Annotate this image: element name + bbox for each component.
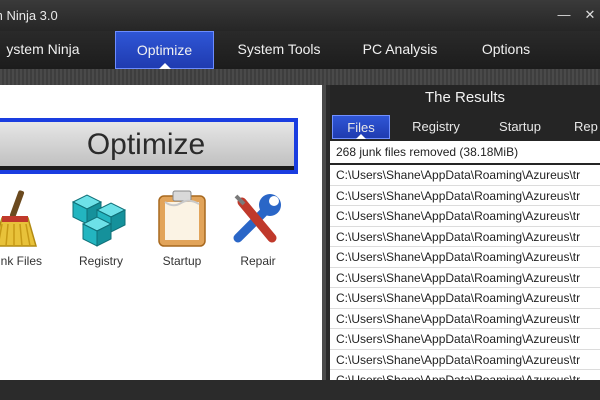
file-list[interactable]: C:\Users\Shane\AppData\Roaming\Azureus\t… (330, 165, 600, 380)
list-item[interactable]: C:\Users\Shane\AppData\Roaming\Azureus\t… (330, 268, 600, 288)
results-title: The Results (424, 89, 506, 106)
results-tab-startup[interactable]: Startup (490, 115, 550, 139)
tab-label: Optimize (136, 42, 193, 58)
broom-icon (0, 190, 37, 247)
tool-label: Registry (78, 254, 123, 268)
status-bar (0, 380, 600, 400)
tab-label: ystem Ninja (6, 41, 80, 57)
tab-label: Registry (412, 119, 460, 134)
tab-label: PC Analysis (362, 41, 438, 57)
tool-label: unk Files (0, 254, 43, 268)
wrench-screwdriver-icon (233, 194, 281, 243)
optimize-button[interactable]: Optimize (0, 118, 298, 174)
list-item[interactable]: C:\Users\Shane\AppData\Roaming\Azureus\t… (330, 227, 600, 247)
tab-label: System Tools (237, 41, 321, 57)
tab-label: Options (481, 41, 531, 57)
tab-options[interactable]: Options (466, 31, 546, 67)
registry-cubes-icon (71, 194, 127, 247)
close-button[interactable]: ✕ (580, 6, 600, 24)
results-tab-repair[interactable]: Rep (574, 115, 600, 139)
tool-repair[interactable]: Repair (218, 188, 298, 268)
tab-pc-analysis[interactable]: PC Analysis (350, 31, 450, 67)
tab-system-ninja[interactable]: ystem Ninja (0, 31, 98, 67)
list-item[interactable]: C:\Users\Shane\AppData\Roaming\Azureus\t… (330, 288, 600, 309)
tool-startup[interactable]: Startup (142, 188, 222, 268)
results-summary: 268 junk files removed (38.18MiB) (330, 141, 600, 163)
list-item[interactable]: C:\Users\Shane\AppData\Roaming\Azureus\t… (330, 370, 600, 380)
optimize-panel: Optimize unk Files Registry (0, 85, 326, 380)
tab-label: Files (347, 120, 375, 135)
results-panel: The Results Files Registry Startup Rep 2… (330, 85, 600, 380)
results-tabs: Files Registry Startup Rep (330, 115, 600, 139)
results-tab-files[interactable]: Files (332, 115, 390, 139)
tab-label: Rep (574, 119, 598, 134)
list-item[interactable]: C:\Users\Shane\AppData\Roaming\Azureus\t… (330, 350, 600, 370)
active-tab-indicator (356, 134, 366, 139)
list-item[interactable]: C:\Users\Shane\AppData\Roaming\Azureus\t… (330, 329, 600, 350)
tool-registry[interactable]: Registry (61, 188, 141, 268)
list-item[interactable]: C:\Users\Shane\AppData\Roaming\Azureus\t… (330, 247, 600, 268)
list-item[interactable]: C:\Users\Shane\AppData\Roaming\Azureus\t… (330, 186, 600, 206)
tool-junk-files[interactable]: unk Files (0, 188, 58, 268)
tool-label: Repair (240, 254, 276, 268)
window-title: m Ninja 3.0 (0, 8, 58, 23)
clipboard-icon (158, 190, 206, 247)
main-nav: ystem Ninja Optimize System Tools PC Ana… (0, 31, 600, 70)
title-bar: m Ninja 3.0 — ✕ (0, 0, 600, 31)
list-item[interactable]: C:\Users\Shane\AppData\Roaming\Azureus\t… (330, 309, 600, 329)
optimize-button-label: Optimize (86, 128, 206, 161)
list-item[interactable]: C:\Users\Shane\AppData\Roaming\Azureus\t… (330, 206, 600, 227)
tab-system-tools[interactable]: System Tools (226, 31, 332, 67)
minimize-button[interactable]: — (554, 6, 574, 24)
list-item[interactable]: C:\Users\Shane\AppData\Roaming\Azureus\t… (330, 165, 600, 186)
tool-label: Startup (162, 254, 202, 268)
texture-band (0, 69, 600, 85)
tab-optimize[interactable]: Optimize (115, 31, 214, 69)
results-tab-registry[interactable]: Registry (402, 115, 470, 139)
tab-label: Startup (499, 119, 541, 134)
